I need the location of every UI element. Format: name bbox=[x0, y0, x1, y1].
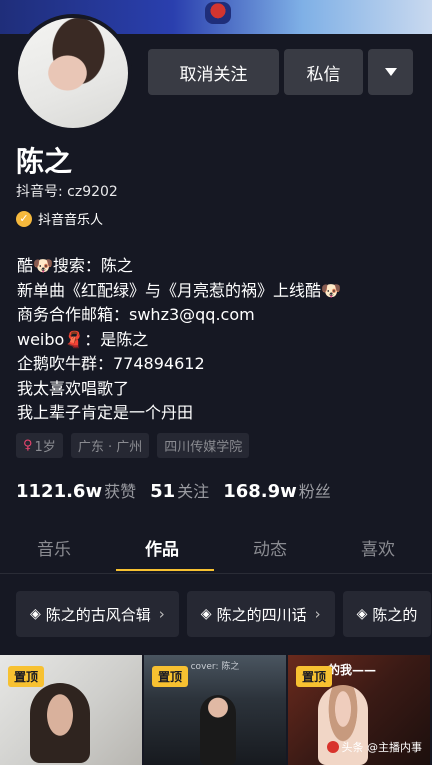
stats-row: 1121.6w 获赞 51 关注 168.9w 粉丝 bbox=[16, 478, 345, 502]
bio: 酷🐶搜索：陈之 新单曲《红配绿》与《月亮惹的祸》上线酷🐶 商务合作邮箱：swhz… bbox=[17, 254, 341, 426]
badge-label: 抖音音乐人 bbox=[38, 213, 104, 228]
verified-icon: ✓ bbox=[16, 210, 32, 227]
followers-stat[interactable]: 168.9w 粉丝 bbox=[223, 478, 331, 502]
location-tag: 广东 · 广州 bbox=[70, 433, 150, 458]
thumbnail-caption: 的我—— bbox=[328, 663, 377, 677]
bio-line: 企鹅吹牛群：774894612 bbox=[17, 354, 205, 373]
active-tab-indicator bbox=[116, 569, 214, 571]
bio-line: 我太喜欢唱歌了 bbox=[17, 378, 130, 398]
age-tag: ♀ 1岁 bbox=[16, 433, 63, 458]
toutiao-logo-icon bbox=[326, 741, 339, 753]
tab-likes[interactable]: 喜欢 bbox=[324, 535, 432, 573]
stack-icon: ◈ bbox=[200, 606, 212, 622]
profile-name: 陈之 bbox=[16, 145, 73, 178]
pinned-badge: 置顶 bbox=[152, 666, 189, 687]
tab-works[interactable]: 作品 bbox=[108, 535, 216, 573]
tab-activity[interactable]: 动态 bbox=[216, 535, 324, 573]
message-button[interactable]: 私信 bbox=[284, 49, 363, 95]
douyin-id: 抖音号: cz9202 bbox=[16, 184, 118, 200]
content-tabs: 音乐 作品 动态 喜欢 bbox=[0, 535, 432, 573]
chevron-right-icon: › bbox=[314, 605, 321, 623]
avatar[interactable] bbox=[14, 14, 132, 132]
gender-female-icon: ♀ bbox=[23, 438, 33, 453]
following-stat[interactable]: 51 关注 bbox=[150, 478, 209, 502]
video-grid: 置顶 cover: 陈之 置顶 的我—— 置顶 头条 @主播内事 bbox=[0, 655, 432, 765]
collection-chip[interactable]: ◈ 陈之的古风合辑 › bbox=[16, 591, 179, 637]
bio-line: 酷🐶搜索：陈之 bbox=[17, 256, 133, 275]
school-tag[interactable]: 四川传媒学院 bbox=[157, 433, 250, 458]
video-thumbnail[interactable]: 置顶 bbox=[0, 655, 142, 765]
bio-line: 我上辈子肯定是一个丹田 bbox=[17, 403, 194, 422]
collection-chip[interactable]: ◈ 陈之的 bbox=[342, 591, 432, 637]
musician-badge[interactable]: ✓ 抖音音乐人 bbox=[16, 209, 103, 228]
thumbnail-image bbox=[200, 695, 236, 765]
video-thumbnail[interactable]: 的我—— 置顶 头条 @主播内事 bbox=[288, 655, 430, 765]
pinned-badge: 置顶 bbox=[296, 666, 333, 687]
stack-icon: ◈ bbox=[356, 606, 368, 622]
thumbnail-image bbox=[30, 683, 90, 763]
collections-row: ◈ 陈之的古风合辑 › ◈ 陈之的四川话 › ◈ 陈之的 bbox=[16, 591, 432, 637]
stack-icon: ◈ bbox=[30, 606, 41, 622]
watermark: 头条 @主播内事 bbox=[326, 739, 422, 755]
collection-chip[interactable]: ◈ 陈之的四川话 › bbox=[186, 591, 335, 637]
likes-stat: 1121.6w 获赞 bbox=[16, 481, 137, 502]
tabs-divider bbox=[0, 573, 432, 574]
bio-line: 商务合作邮箱：swhz3@qq.com bbox=[17, 305, 255, 324]
tab-music[interactable]: 音乐 bbox=[0, 535, 108, 573]
bio-line: 新单曲《红配绿》与《月亮惹的祸》上线酷🐶 bbox=[17, 280, 341, 300]
chevron-right-icon: › bbox=[158, 605, 165, 623]
pinned-badge: 置顶 bbox=[8, 666, 45, 687]
profile-tags: ♀ 1岁 广东 · 广州 四川传媒学院 bbox=[16, 433, 250, 458]
caret-down-icon bbox=[384, 68, 397, 76]
unfollow-button[interactable]: 取消关注 bbox=[148, 49, 279, 95]
video-thumbnail[interactable]: cover: 陈之 置顶 bbox=[144, 655, 286, 765]
avatar-image bbox=[18, 18, 128, 128]
more-button[interactable] bbox=[368, 49, 413, 95]
cover-figure bbox=[205, 2, 231, 24]
bio-line: weibo🧣：是陈之 bbox=[17, 329, 149, 349]
